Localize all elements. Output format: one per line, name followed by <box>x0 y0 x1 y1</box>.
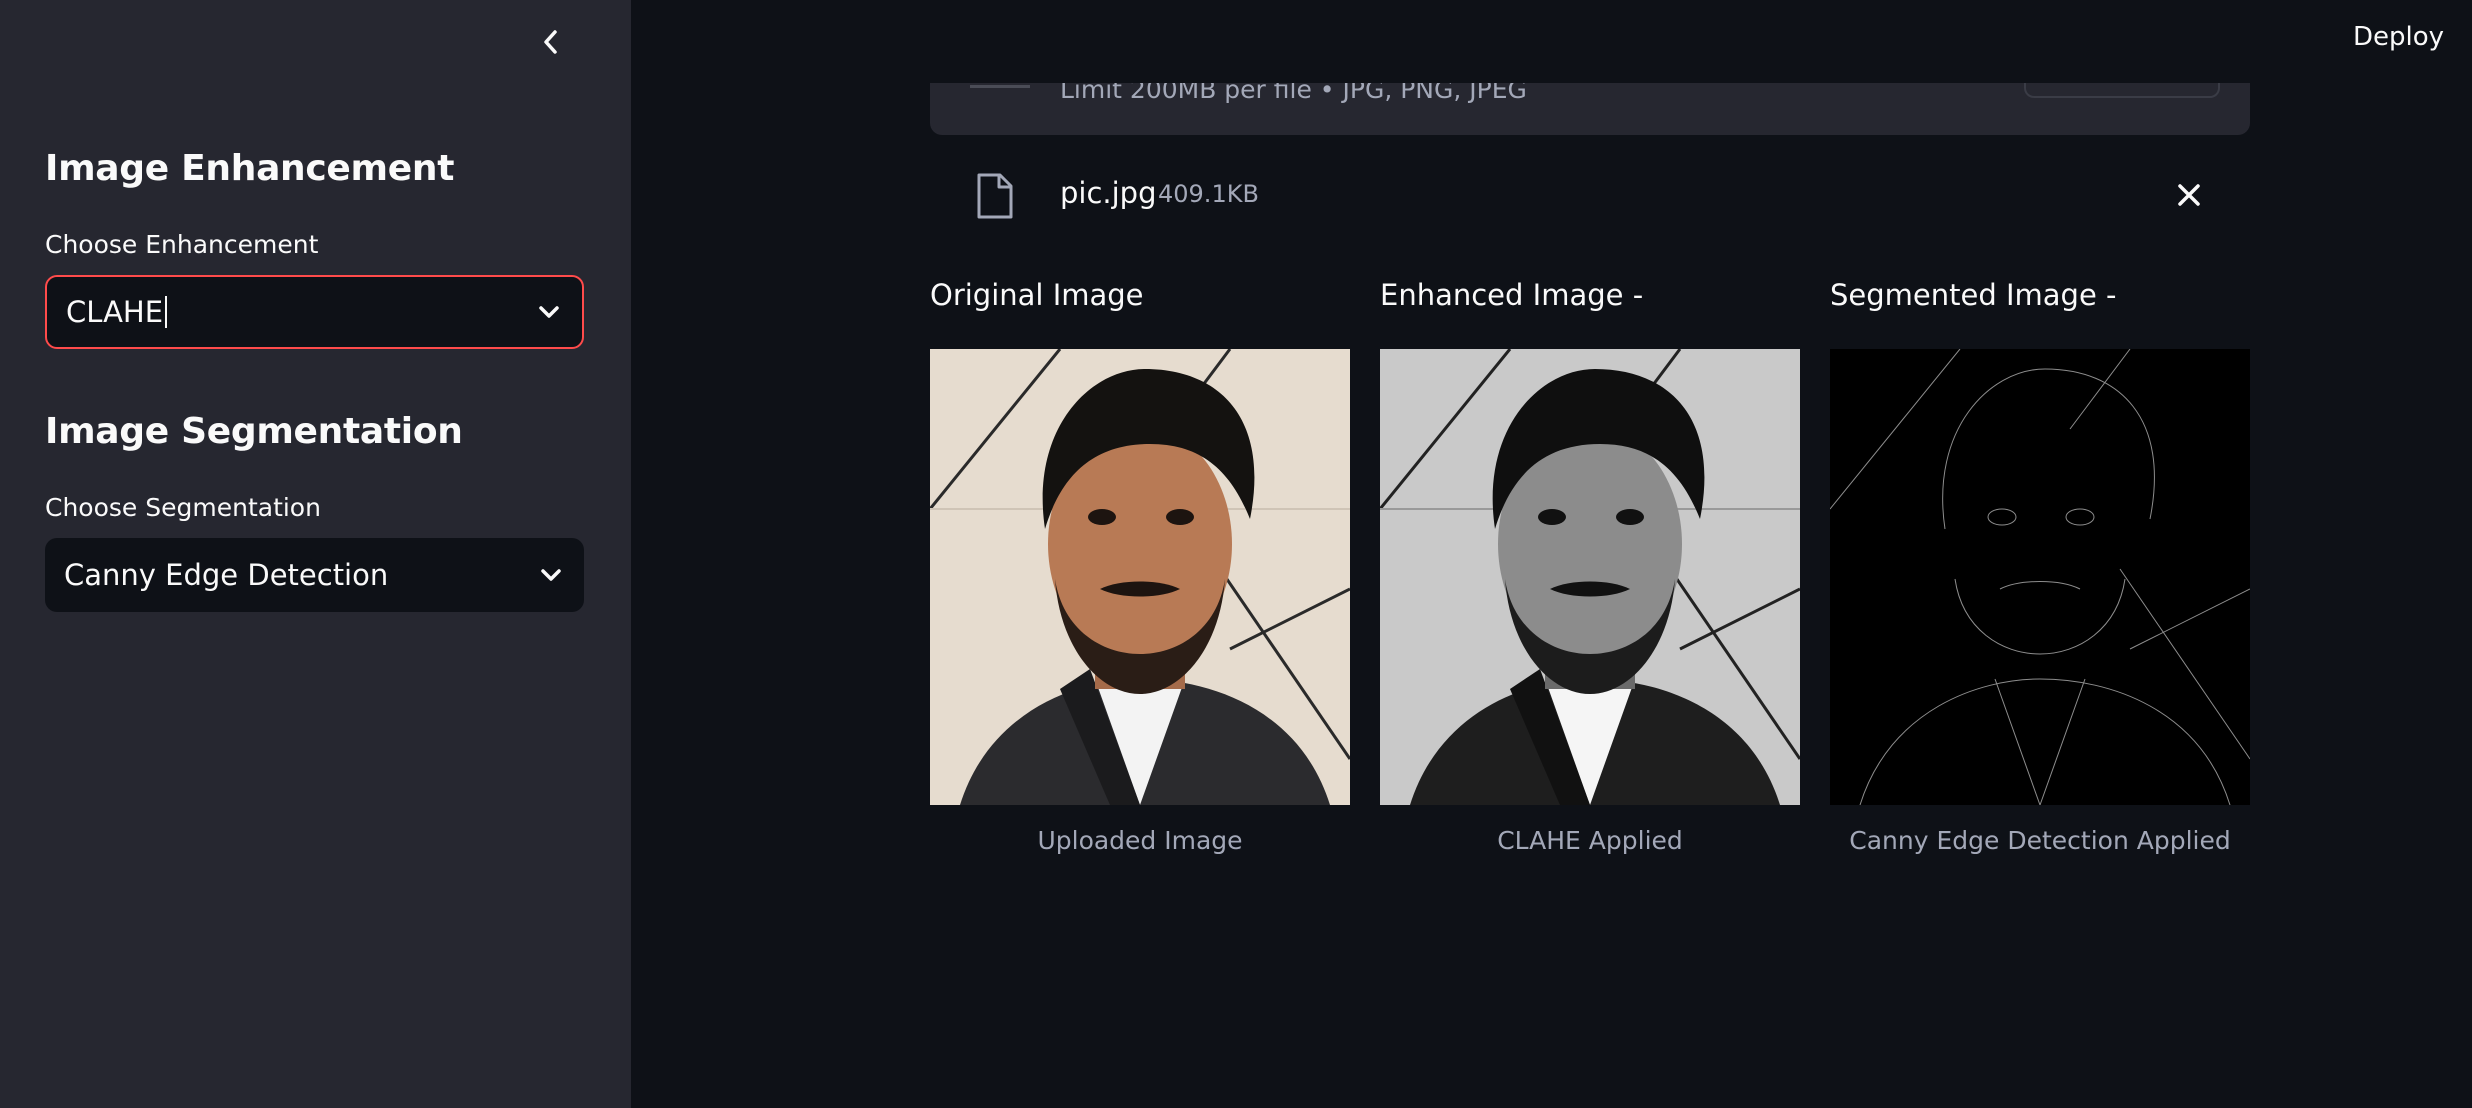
text-cursor <box>165 296 168 328</box>
segmented-image <box>1830 349 2250 805</box>
file-name: pic.jpg <box>1060 176 1157 210</box>
chevron-down-icon <box>539 306 559 318</box>
segmentation-select[interactable]: Canny Edge Detection <box>45 538 584 612</box>
enhancement-heading: Image Enhancement <box>45 148 455 189</box>
segmented-image-column: Segmented Image - Canny Edge Detection A… <box>1830 278 2250 878</box>
file-icon <box>977 173 1013 219</box>
original-image-column: Original Image Uploaded Image <box>930 278 1350 878</box>
deploy-button[interactable]: Deploy <box>2353 22 2444 52</box>
enhanced-image-title: Enhanced Image - <box>1380 278 1644 312</box>
chevron-down-icon <box>541 569 561 581</box>
enhancement-label: Choose Enhancement <box>45 230 319 259</box>
file-size: 409.1KB <box>1158 180 1259 208</box>
collapse-sidebar-button[interactable] <box>531 22 571 62</box>
app-header: Deploy <box>631 0 2472 83</box>
enhanced-image-caption: CLAHE Applied <box>1497 826 1683 855</box>
segmentation-select-value: Canny Edge Detection <box>64 558 389 592</box>
close-icon <box>2178 184 2200 206</box>
enhanced-image <box>1380 349 1800 805</box>
segmented-image-caption: Canny Edge Detection Applied <box>1849 826 2231 855</box>
original-image-caption: Uploaded Image <box>1037 826 1243 855</box>
remove-file-button[interactable] <box>2176 182 2202 212</box>
chevron-left-icon <box>544 30 557 54</box>
enhanced-image-column: Enhanced Image - CLAHE Applied <box>1380 278 1800 878</box>
uploaded-file-row: pic.jpg 409.1KB <box>930 160 2250 230</box>
original-image <box>930 349 1350 805</box>
sidebar: Image Enhancement Choose Enhancement CLA… <box>0 0 631 1108</box>
segmentation-heading: Image Segmentation <box>45 411 463 452</box>
segmented-image-title: Segmented Image - <box>1830 278 2117 312</box>
segmentation-label: Choose Segmentation <box>45 493 321 522</box>
original-image-title: Original Image <box>930 278 1144 312</box>
enhancement-select[interactable]: CLAHE <box>45 275 584 349</box>
enhancement-select-value: CLAHE <box>66 295 164 329</box>
